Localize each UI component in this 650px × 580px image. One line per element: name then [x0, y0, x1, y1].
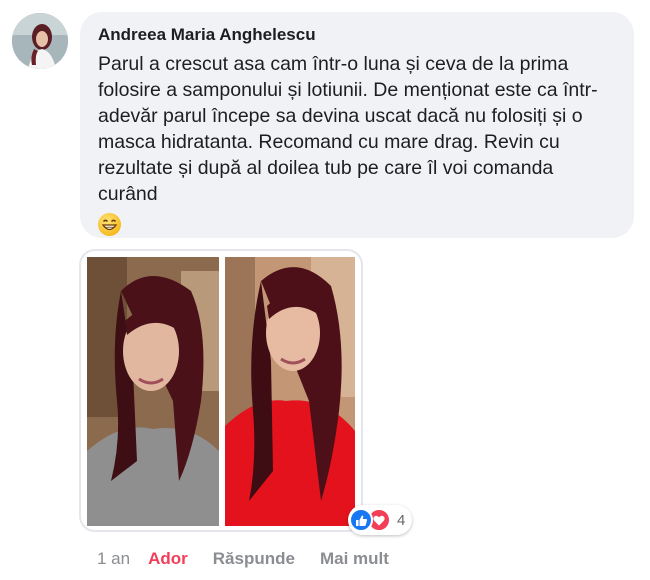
- reply-button[interactable]: Răspunde: [213, 549, 295, 569]
- comment-actions: 1 an Ador Răspunde Mai mult: [97, 549, 414, 569]
- comment-bubble: Andreea Maria Anghelescu Parul a crescut…: [80, 12, 634, 238]
- grinning-face-emoji-icon: [98, 213, 121, 236]
- avatar[interactable]: [12, 13, 68, 69]
- more-button[interactable]: Mai mult: [320, 549, 389, 569]
- attached-photo[interactable]: [79, 249, 363, 532]
- comment-timestamp[interactable]: 1 an: [97, 549, 130, 569]
- before-after-hair-photo: [87, 257, 355, 526]
- reactions-summary[interactable]: 4: [348, 505, 413, 535]
- reaction-count: 4: [397, 511, 406, 529]
- like-button[interactable]: Ador: [148, 549, 188, 569]
- like-reaction-icon: [349, 508, 373, 532]
- comment-text: Parul a crescut asa cam într-o luna și c…: [98, 53, 598, 205]
- author-name[interactable]: Andreea Maria Anghelescu: [98, 25, 616, 45]
- avatar-photo: [12, 13, 68, 69]
